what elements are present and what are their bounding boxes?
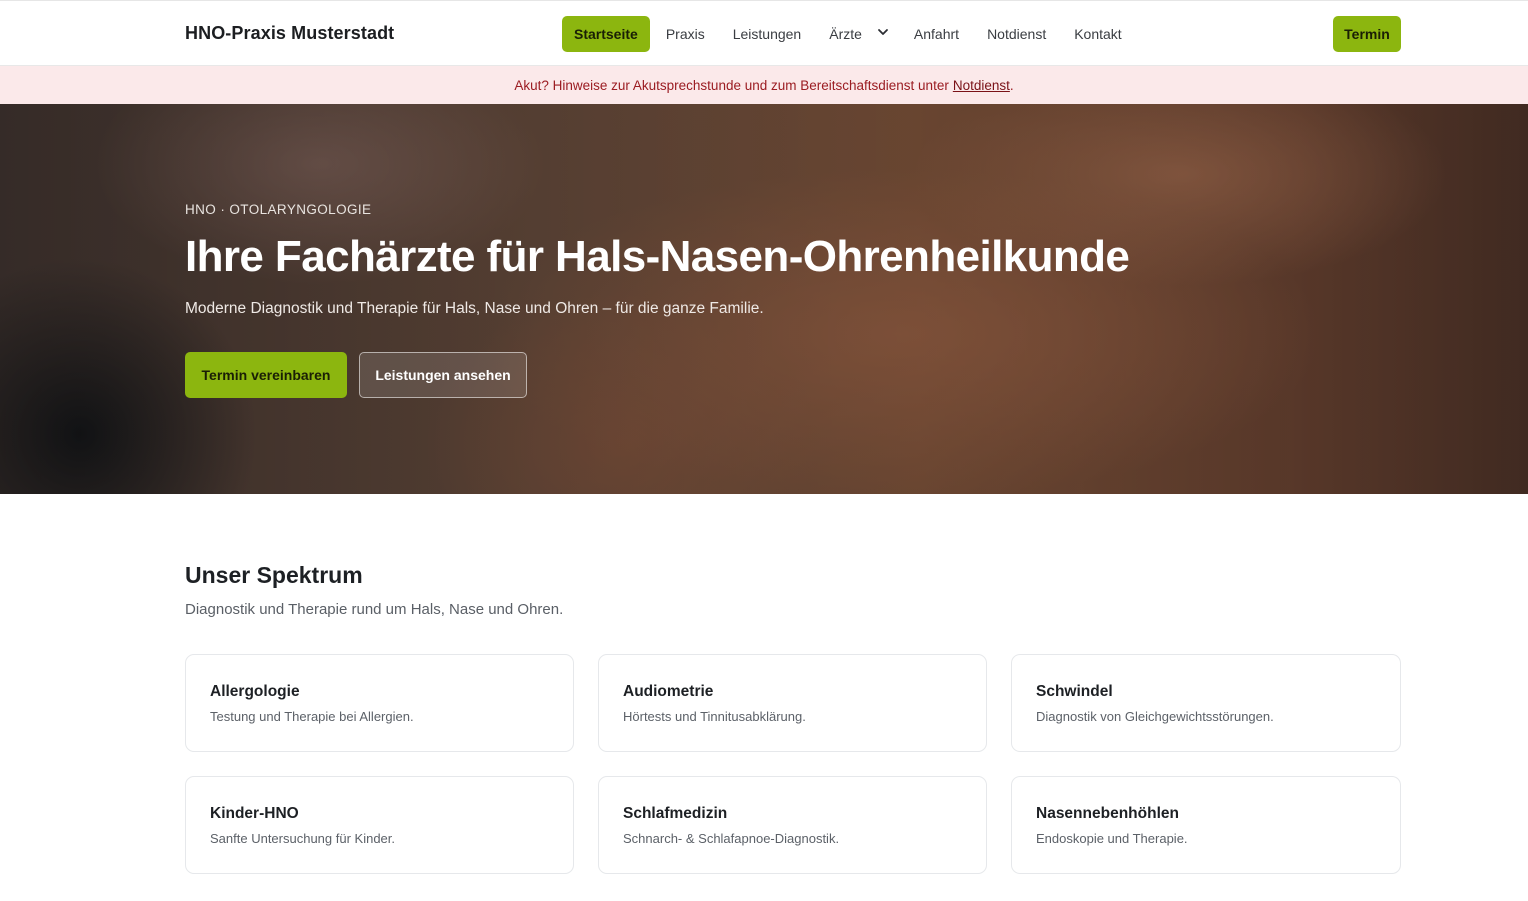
service-card-description: Schnarch- & Schlafapnoe-Diagnostik. — [623, 831, 840, 846]
notdienst-link[interactable]: Notdienst — [953, 78, 1010, 93]
emergency-notice-bar: Akut? Hinweise zur Akutsprechstunde und … — [0, 66, 1528, 104]
main-nav: Startseite Praxis Leistungen Ärzte Anfah… — [562, 16, 1136, 52]
service-card-allergologie[interactable]: Allergologie Testung und Therapie bei Al… — [185, 654, 574, 752]
service-card-description: Testung und Therapie bei Allergien. — [210, 709, 414, 724]
service-card-schwindel[interactable]: Schwindel Diagnostik von Gleichgewichtss… — [1011, 654, 1401, 752]
termin-vereinbaren-button[interactable]: Termin vereinbaren — [185, 352, 347, 398]
hero-title: Ihre Fachärzte für Hals-Nasen-Ohrenheilk… — [185, 232, 1130, 281]
nav-item-aerzte[interactable]: Ärzte — [815, 16, 900, 52]
service-card-nasennebenhoehlen[interactable]: Nasennebenhöhlen Endoskopie und Therapie… — [1011, 776, 1401, 874]
leistungen-ansehen-button[interactable]: Leistungen ansehen — [359, 352, 527, 398]
spectrum-title: Unser Spektrum — [185, 562, 363, 588]
nav-item-startseite[interactable]: Startseite — [562, 16, 650, 52]
service-cards-grid: Allergologie Testung und Therapie bei Al… — [185, 654, 1401, 874]
emergency-notice-suffix: . — [1009, 77, 1014, 93]
service-card-description: Endoskopie und Therapie. — [1036, 831, 1188, 846]
nav-item-kontakt[interactable]: Kontakt — [1060, 16, 1135, 52]
emergency-notice-text: Akut? Hinweise zur Akutsprechstunde und … — [514, 77, 949, 93]
service-card-audiometrie[interactable]: Audiometrie Hörtests und Tinnitusabkläru… — [598, 654, 987, 752]
nav-item-notdienst[interactable]: Notdienst — [973, 16, 1060, 52]
service-card-title: Kinder-HNO — [210, 805, 299, 822]
service-card-schlafmedizin[interactable]: Schlafmedizin Schnarch- & Schlafapnoe-Di… — [598, 776, 987, 874]
service-card-title: Audiometrie — [623, 683, 714, 700]
service-card-description: Hörtests und Tinnitusabklärung. — [623, 709, 806, 724]
service-card-description: Diagnostik von Gleichgewichtsstörungen. — [1036, 709, 1274, 724]
hero-banner: HNO · OTOLARYNGOLOGIE Ihre Fachärzte für… — [0, 104, 1528, 494]
hero-kicker: HNO · OTOLARYNGOLOGIE — [185, 202, 372, 217]
nav-item-anfahrt[interactable]: Anfahrt — [900, 16, 973, 52]
brand-logo-text[interactable]: HNO-Praxis Musterstadt — [185, 23, 394, 44]
service-card-title: Allergologie — [210, 683, 300, 700]
service-card-title: Nasennebenhöhlen — [1036, 805, 1179, 822]
spectrum-subtitle: Diagnostik und Therapie rund um Hals, Na… — [185, 601, 564, 618]
nav-item-leistungen[interactable]: Leistungen — [719, 16, 816, 52]
termin-button[interactable]: Termin — [1333, 16, 1401, 52]
service-card-title: Schwindel — [1036, 683, 1113, 700]
hero-subtitle: Moderne Diagnostik und Therapie für Hals… — [185, 300, 764, 317]
top-navigation-bar: HNO-Praxis Musterstadt Startseite Praxis… — [0, 0, 1528, 66]
nav-item-praxis[interactable]: Praxis — [652, 16, 719, 52]
service-card-kinder-hno[interactable]: Kinder-HNO Sanfte Untersuchung für Kinde… — [185, 776, 574, 874]
hero-background-image — [0, 104, 1528, 494]
service-card-description: Sanfte Untersuchung für Kinder. — [210, 831, 396, 846]
chevron-down-icon — [876, 25, 890, 39]
nav-item-aerzte-label: Ärzte — [829, 26, 862, 42]
service-card-title: Schlafmedizin — [623, 805, 728, 822]
